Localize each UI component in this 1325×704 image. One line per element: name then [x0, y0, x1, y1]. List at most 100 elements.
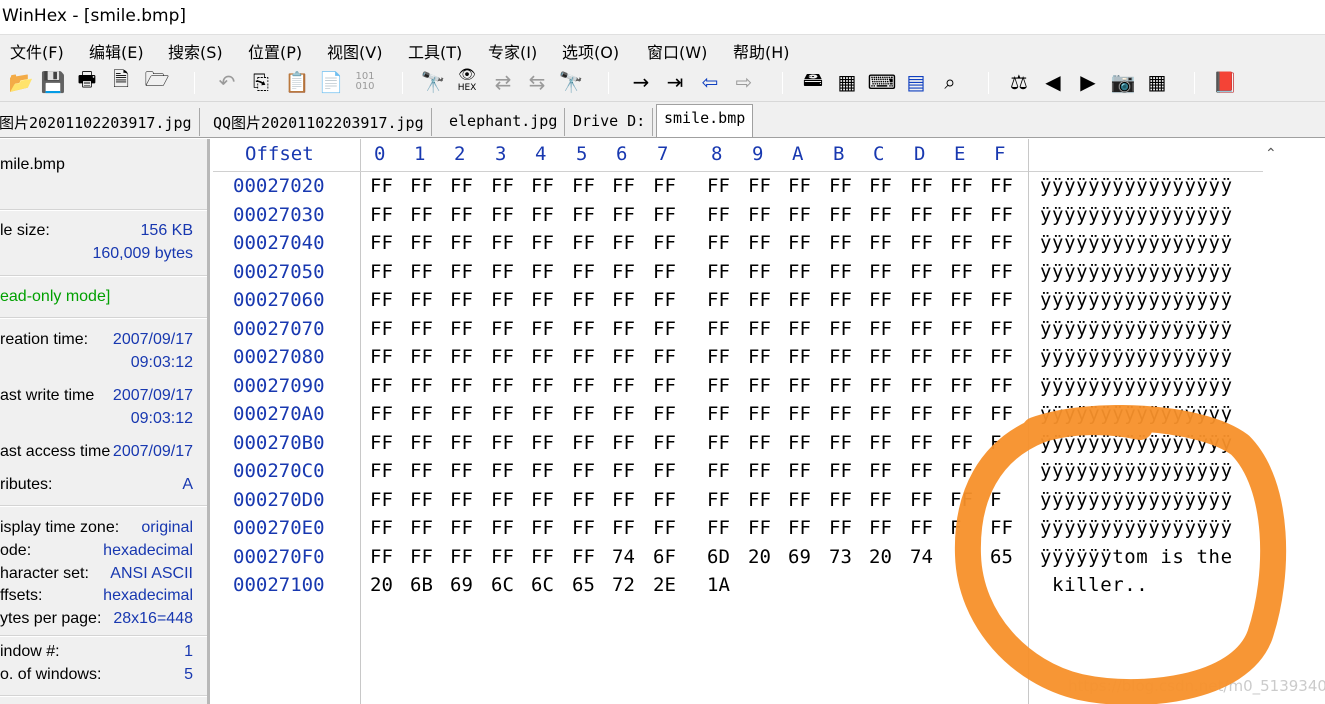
tab-image1[interactable]: 图片20201102203917.jpg [0, 108, 200, 136]
hex-byte[interactable]: FF [410, 204, 433, 226]
hex-byte[interactable]: FF [869, 261, 892, 283]
hex-byte[interactable]: FF [950, 261, 973, 283]
hex-byte[interactable]: FF [370, 403, 393, 425]
hex-byte[interactable]: FF [829, 432, 852, 454]
hex-byte[interactable]: FF [531, 432, 554, 454]
hex-byte[interactable]: FF [829, 232, 852, 254]
hex-byte[interactable]: FF [748, 175, 771, 197]
hex-byte[interactable]: 1A [707, 574, 730, 596]
hex-byte[interactable]: FF [450, 261, 473, 283]
hex-byte[interactable]: FF [653, 232, 676, 254]
hex-byte[interactable]: FF [990, 517, 1013, 539]
hex-byte[interactable]: FF [788, 318, 811, 340]
hex-byte[interactable]: FF [910, 289, 933, 311]
hex-byte[interactable]: FF [410, 375, 433, 397]
hex-byte[interactable]: 6B [410, 574, 433, 596]
text-row[interactable]: ÿÿÿÿÿÿÿÿÿÿÿÿÿÿÿÿ [1040, 460, 1233, 482]
hex-byte[interactable]: FF [788, 289, 811, 311]
hex-byte[interactable]: FF [531, 517, 554, 539]
text-row[interactable]: ÿÿÿÿÿÿÿÿÿÿÿÿÿÿÿÿ [1040, 517, 1233, 539]
undo-icon[interactable]: ↶ [214, 70, 240, 94]
hex-byte[interactable]: 74 [612, 546, 635, 568]
hex-byte[interactable]: FF [869, 432, 892, 454]
hex-byte[interactable]: FF [450, 403, 473, 425]
goto-sector-icon[interactable]: ⇥ [662, 70, 688, 94]
hex-byte[interactable]: FF [869, 489, 892, 511]
hex-byte[interactable]: FF [707, 261, 730, 283]
hex-byte[interactable]: FF [910, 232, 933, 254]
hex-byte[interactable]: 20 [869, 546, 892, 568]
hex-byte[interactable]: FF [370, 546, 393, 568]
text-row[interactable]: ÿÿÿÿÿÿÿÿÿÿÿÿÿÿÿÿ [1040, 403, 1233, 425]
hex-byte[interactable]: FF [869, 318, 892, 340]
hex-byte[interactable]: FF [370, 261, 393, 283]
hex-byte[interactable]: FF [450, 318, 473, 340]
hex-byte[interactable]: FF [748, 289, 771, 311]
hex-byte[interactable]: FF [707, 289, 730, 311]
hex-byte[interactable]: FF [491, 261, 514, 283]
hex-byte[interactable]: FF [869, 175, 892, 197]
hex-byte[interactable]: FF [491, 489, 514, 511]
hex-byte[interactable]: FF [410, 489, 433, 511]
print-icon[interactable]: 🖶 [74, 67, 100, 94]
hex-byte[interactable]: FF [450, 517, 473, 539]
copy-icon[interactable]: ⎘ [248, 70, 274, 94]
hex-byte[interactable]: FF [450, 460, 473, 482]
hex-byte[interactable]: FF [829, 375, 852, 397]
hex-byte[interactable]: FF [370, 318, 393, 340]
goto-icon[interactable]: → [628, 70, 654, 94]
hex-byte[interactable]: FF [491, 175, 514, 197]
text-row[interactable]: ÿÿÿÿÿÿÿÿÿÿÿÿÿÿÿÿ [1040, 175, 1233, 197]
hex-byte[interactable]: F [950, 517, 961, 539]
hex-byte[interactable]: FF [653, 318, 676, 340]
hex-byte[interactable]: FF [450, 204, 473, 226]
hex-byte[interactable]: FF [450, 489, 473, 511]
hex-byte[interactable]: FF [612, 346, 635, 368]
hex-byte[interactable]: FF [370, 204, 393, 226]
hex-byte[interactable]: FF [707, 460, 730, 482]
text-row[interactable]: ÿÿÿÿÿÿÿÿÿÿÿÿÿÿÿÿ [1040, 489, 1233, 511]
menu-file[interactable]: 文件(F) [10, 39, 64, 63]
hex-byte[interactable]: FF [491, 204, 514, 226]
hex-byte[interactable]: 2E [653, 574, 676, 596]
hex-byte[interactable]: FF [612, 403, 635, 425]
hex-byte[interactable]: FF [748, 403, 771, 425]
hex-byte[interactable]: FF [707, 232, 730, 254]
hex-byte[interactable]: FF [950, 375, 973, 397]
hex-byte[interactable]: FF [450, 375, 473, 397]
hex-byte[interactable]: FF [370, 517, 393, 539]
hex-byte[interactable]: FF [990, 289, 1013, 311]
hex-byte[interactable]: FF [572, 261, 595, 283]
hex-byte[interactable]: FF [653, 261, 676, 283]
hex-byte[interactable]: FF [531, 318, 554, 340]
hex-byte[interactable]: FF [531, 261, 554, 283]
hex-byte[interactable]: FF [707, 403, 730, 425]
book-icon[interactable]: 📕 [1212, 70, 1238, 94]
hex-byte[interactable]: FF [788, 232, 811, 254]
hex-byte[interactable]: FF [653, 460, 676, 482]
hex-byte[interactable]: FF [829, 175, 852, 197]
hex-byte[interactable]: FF [653, 432, 676, 454]
hex-byte[interactable]: FF [910, 517, 933, 539]
vertical-scrollbar[interactable]: ⌃ [1263, 139, 1325, 704]
hex-byte[interactable]: FF [612, 375, 635, 397]
hex-byte[interactable]: FF [491, 375, 514, 397]
hex-byte[interactable]: FF [572, 489, 595, 511]
hex-byte[interactable]: FF [450, 546, 473, 568]
hex-byte[interactable]: FF [788, 489, 811, 511]
paste-icon[interactable]: 📋 [284, 70, 310, 94]
hex-byte[interactable]: FF [950, 432, 973, 454]
analyze-icon[interactable]: ⚖ [1006, 70, 1032, 94]
hex-byte[interactable]: FF [910, 346, 933, 368]
hex-byte[interactable]: FF [572, 175, 595, 197]
back-icon[interactable]: ⇦ [697, 70, 723, 94]
find-again-icon[interactable]: 🔭 [558, 70, 584, 94]
hex-byte[interactable]: FF [788, 261, 811, 283]
hex-byte[interactable]: FF [829, 261, 852, 283]
hex-byte[interactable]: FF [572, 375, 595, 397]
hex-byte[interactable]: FF [612, 489, 635, 511]
hex-byte[interactable]: FF [950, 460, 973, 482]
hex-byte[interactable]: FF [653, 375, 676, 397]
hex-byte[interactable]: FF [990, 318, 1013, 340]
hex-byte[interactable]: FF [950, 489, 973, 511]
